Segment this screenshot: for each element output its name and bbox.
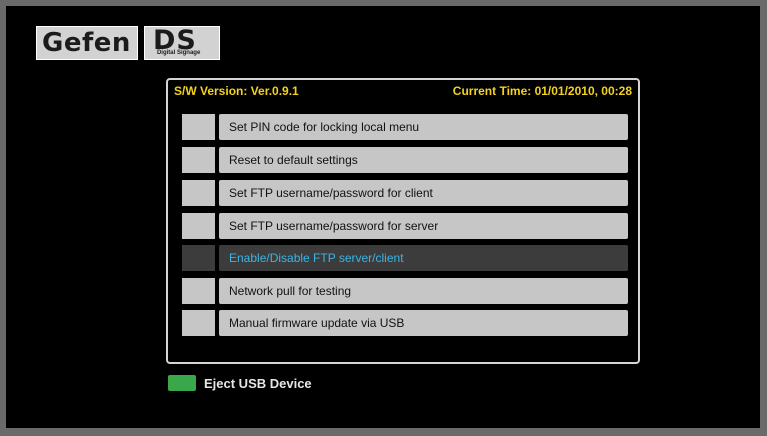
menu-item-indicator: [182, 213, 215, 239]
menu-item-indicator: [182, 278, 215, 304]
menu-item-label: Set PIN code for locking local menu: [219, 114, 628, 140]
menu-item-label: Reset to default settings: [219, 147, 628, 173]
software-version: S/W Version: Ver.0.9.1: [174, 84, 299, 98]
current-time: Current Time: 01/01/2010, 00:28: [452, 84, 632, 98]
menu-item-label: Enable/Disable FTP server/client: [219, 245, 628, 271]
menu-item-indicator: [182, 114, 215, 140]
green-key-icon: [168, 375, 196, 391]
menu-item-label: Manual firmware update via USB: [219, 310, 628, 336]
ds-logo: DS Digital Signage: [143, 25, 220, 60]
menu-item-label: Set FTP username/password for client: [219, 180, 628, 206]
menu-item-network-pull[interactable]: Network pull for testing: [182, 278, 628, 304]
gefen-ds-logo: Gefen DS Digital Signage: [36, 25, 220, 60]
menu-item-label: Network pull for testing: [219, 278, 628, 304]
menu-item-indicator: [182, 310, 215, 336]
gefen-logo-text: Gefen: [36, 26, 138, 60]
menu-item-reset-defaults[interactable]: Reset to default settings: [182, 147, 628, 173]
panel-header: S/W Version: Ver.0.9.1 Current Time: 01/…: [174, 84, 632, 98]
settings-menu-panel: S/W Version: Ver.0.9.1 Current Time: 01/…: [166, 78, 640, 364]
menu-item-indicator: [182, 147, 215, 173]
menu-item-indicator: [182, 180, 215, 206]
ds-logo-subtitle: Digital Signage: [156, 50, 201, 56]
menu-item-ftp-server-credentials[interactable]: Set FTP username/password for server: [182, 213, 628, 239]
eject-usb-control[interactable]: Eject USB Device: [168, 375, 312, 391]
menu-item-firmware-update[interactable]: Manual firmware update via USB: [182, 310, 628, 336]
menu-item-enable-disable-ftp[interactable]: Enable/Disable FTP server/client: [182, 245, 628, 271]
menu-item-ftp-client-credentials[interactable]: Set FTP username/password for client: [182, 180, 628, 206]
menu-item-indicator: [182, 245, 215, 271]
menu-item-label: Set FTP username/password for server: [219, 213, 628, 239]
eject-usb-label: Eject USB Device: [204, 375, 312, 391]
osd-screen: Gefen DS Digital Signage S/W Version: Ve…: [6, 6, 760, 428]
menu-item-set-pin[interactable]: Set PIN code for locking local menu: [182, 114, 628, 140]
